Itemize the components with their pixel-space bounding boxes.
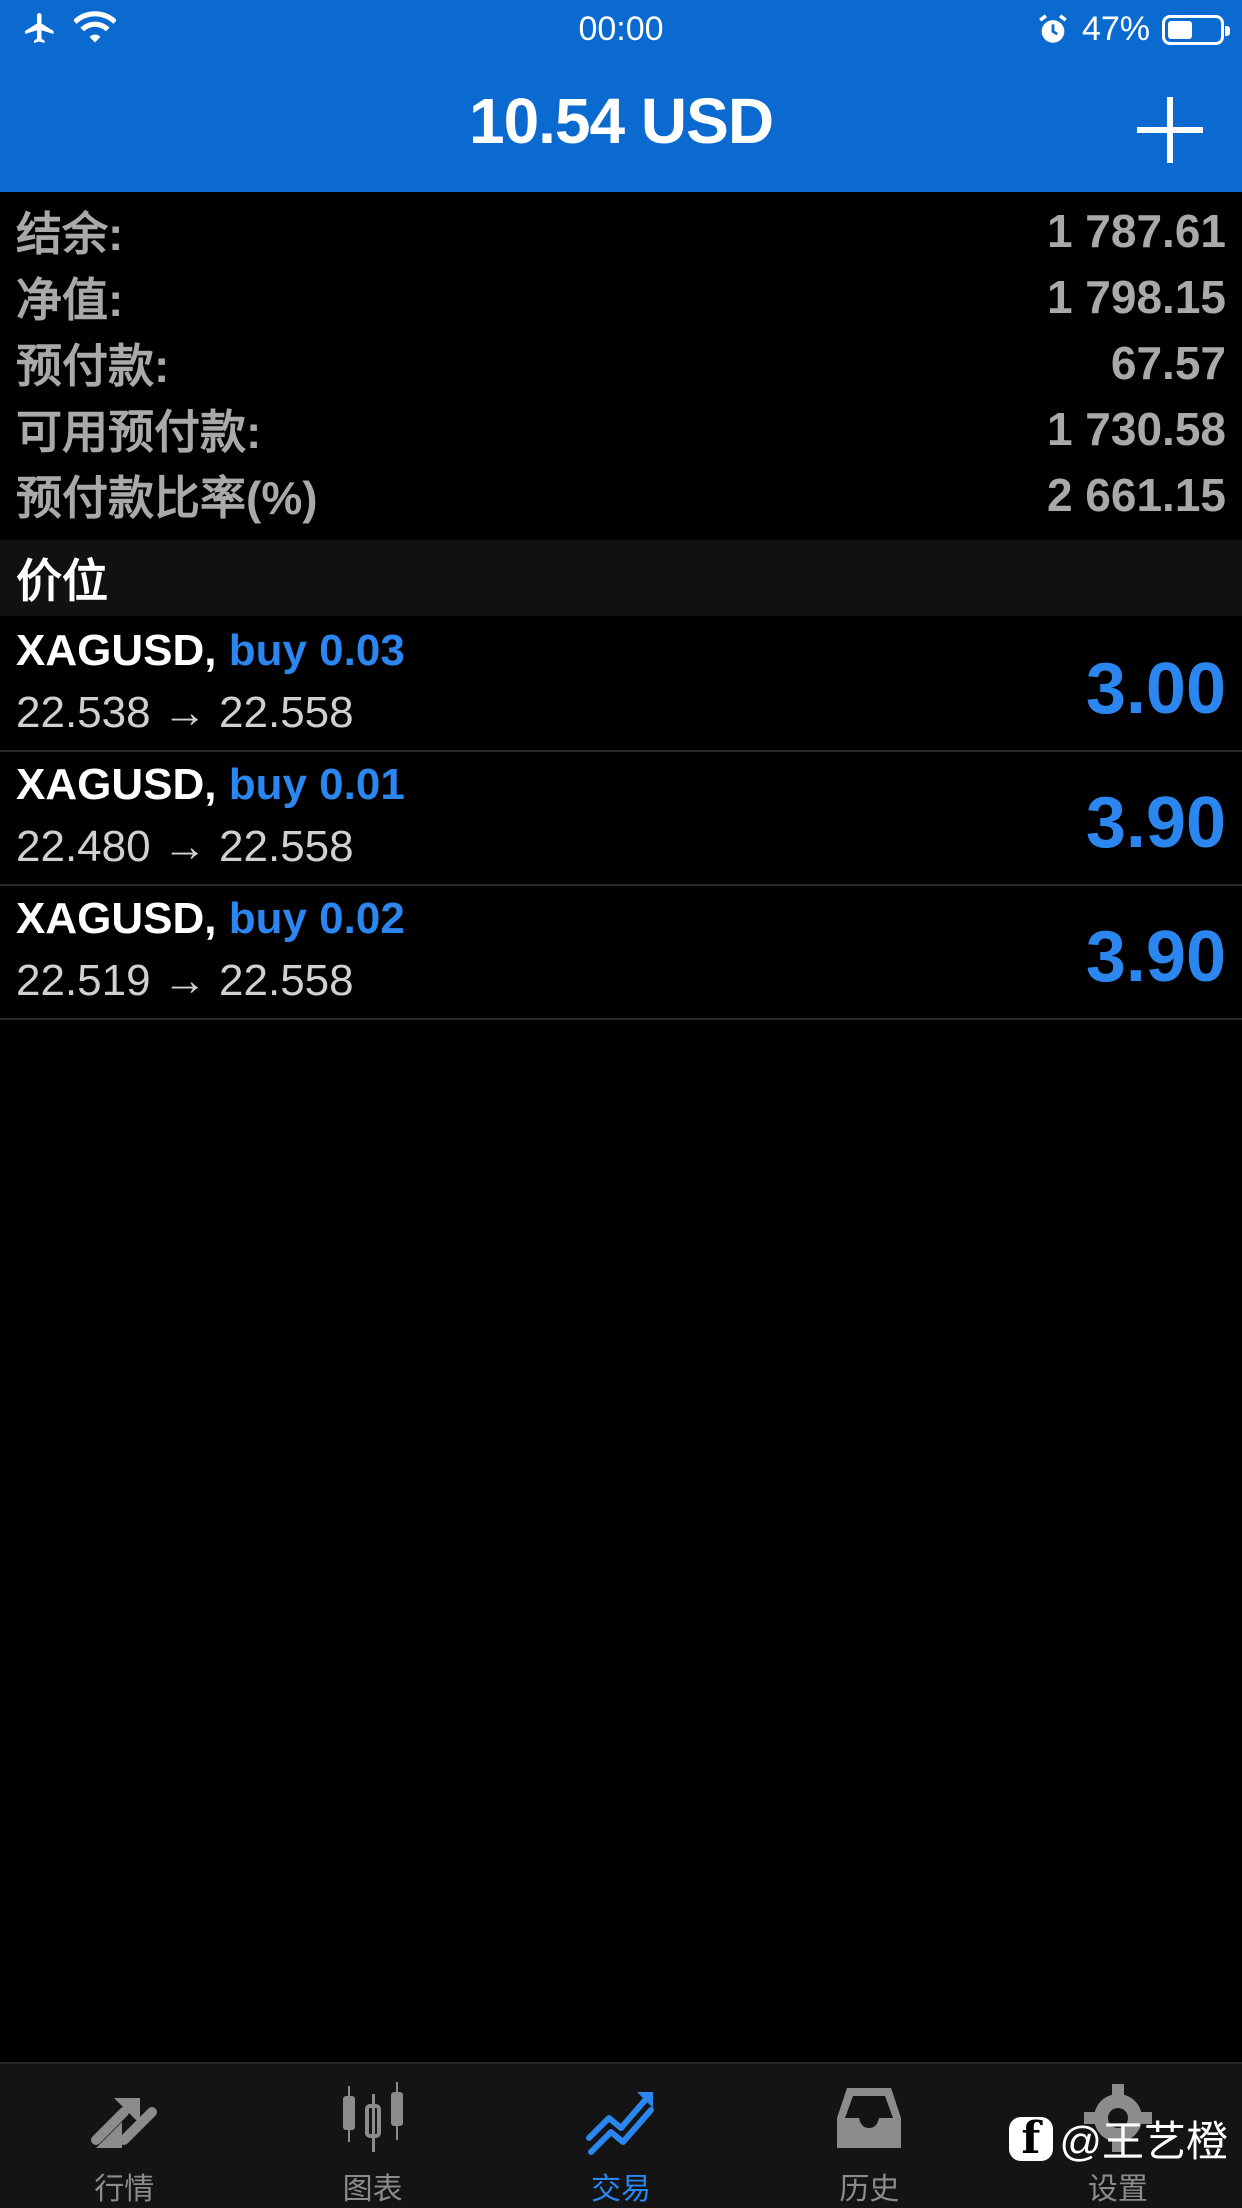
plus-icon[interactable] — [1132, 92, 1208, 168]
watermark-logo-icon — [1009, 2113, 1054, 2164]
chart-icon — [342, 2082, 403, 2152]
trade-icon — [586, 2092, 655, 2155]
summary-label: 预付款比率(%) — [16, 472, 318, 524]
position-profit: 3.90 — [1085, 917, 1226, 997]
position-row[interactable]: XAGUSD, buy 0.03 22.538 → 22.558 3.00 — [0, 618, 1242, 752]
tab-chart[interactable]: 图表 — [248, 2064, 496, 2208]
position-symbol: XAGUSD, — [16, 760, 217, 809]
section-header-positions: 价位 — [0, 540, 1242, 616]
position-order: buy 0.02 — [228, 894, 405, 943]
position-prices: 22.538 → 22.558 — [16, 688, 354, 737]
summary-row-balance: 结余: 1 787.61 — [0, 198, 1242, 264]
summary-row-margin: 预付款: 67.57 — [0, 330, 1242, 396]
tab-label: 交易 — [591, 2173, 652, 2206]
summary-label: 结余: — [16, 208, 124, 260]
summary-label: 可用预付款: — [16, 406, 262, 458]
position-symbol: XAGUSD, — [16, 894, 217, 943]
summary-value: 2 661.15 — [1046, 469, 1226, 521]
position-order: buy 0.01 — [228, 760, 405, 809]
tab-label: 图表 — [342, 2173, 403, 2206]
tab-trade[interactable]: 交易 — [497, 2064, 745, 2208]
position-row[interactable]: XAGUSD, buy 0.01 22.480 → 22.558 3.90 — [0, 752, 1242, 886]
summary-row-margin-level: 预付款比率(%) 2 661.15 — [0, 462, 1242, 528]
position-prices: 22.480 → 22.558 — [16, 822, 354, 871]
battery-icon — [1162, 14, 1230, 45]
alarm-icon — [1039, 13, 1067, 43]
page-title: 10.54 USD — [468, 85, 774, 157]
history-icon — [837, 2088, 902, 2148]
summary-label: 预付款: — [16, 340, 170, 392]
watermark-text: @王艺橙 — [1059, 2118, 1228, 2165]
summary-value: 1 787.61 — [1046, 205, 1226, 257]
positions-list: XAGUSD, buy 0.03 22.538 → 22.558 3.00 XA… — [0, 618, 1242, 1020]
summary-label: 净值: — [16, 274, 124, 326]
status-bar: 00:00 47% — [0, 0, 1242, 62]
position-profit: 3.00 — [1085, 649, 1226, 729]
position-row[interactable]: XAGUSD, buy 0.02 22.519 → 22.558 3.90 — [0, 886, 1242, 1020]
position-profit: 3.90 — [1085, 783, 1226, 863]
title-bar: 10.54 USD — [0, 62, 1242, 192]
tab-label: 历史 — [839, 2173, 900, 2206]
summary-row-equity: 净值: 1 798.15 — [0, 264, 1242, 330]
battery-percentage: 47% — [1081, 10, 1150, 48]
summary-row-free-margin: 可用预付款: 1 730.58 — [0, 396, 1242, 462]
position-order: buy 0.03 — [228, 626, 405, 675]
summary-value: 67.57 — [1110, 337, 1226, 389]
summary-value: 1 798.15 — [1046, 271, 1226, 323]
tab-quotes[interactable]: 行情 — [0, 2064, 248, 2208]
tab-label: 设置 — [1087, 2173, 1148, 2206]
position-symbol: XAGUSD, — [16, 626, 217, 675]
position-prices: 22.519 → 22.558 — [16, 956, 354, 1005]
account-summary: 结余: 1 787.61 净值: 1 798.15 预付款: 67.57 可用预… — [0, 198, 1242, 528]
quotes-icon — [91, 2098, 158, 2148]
header: 00:00 47% 10.54 USD — [0, 0, 1242, 192]
summary-value: 1 730.58 — [1046, 403, 1226, 455]
tab-history[interactable]: 历史 — [745, 2064, 993, 2208]
watermark: @王艺橙 — [1009, 2108, 1228, 2169]
tab-label: 行情 — [94, 2173, 155, 2206]
